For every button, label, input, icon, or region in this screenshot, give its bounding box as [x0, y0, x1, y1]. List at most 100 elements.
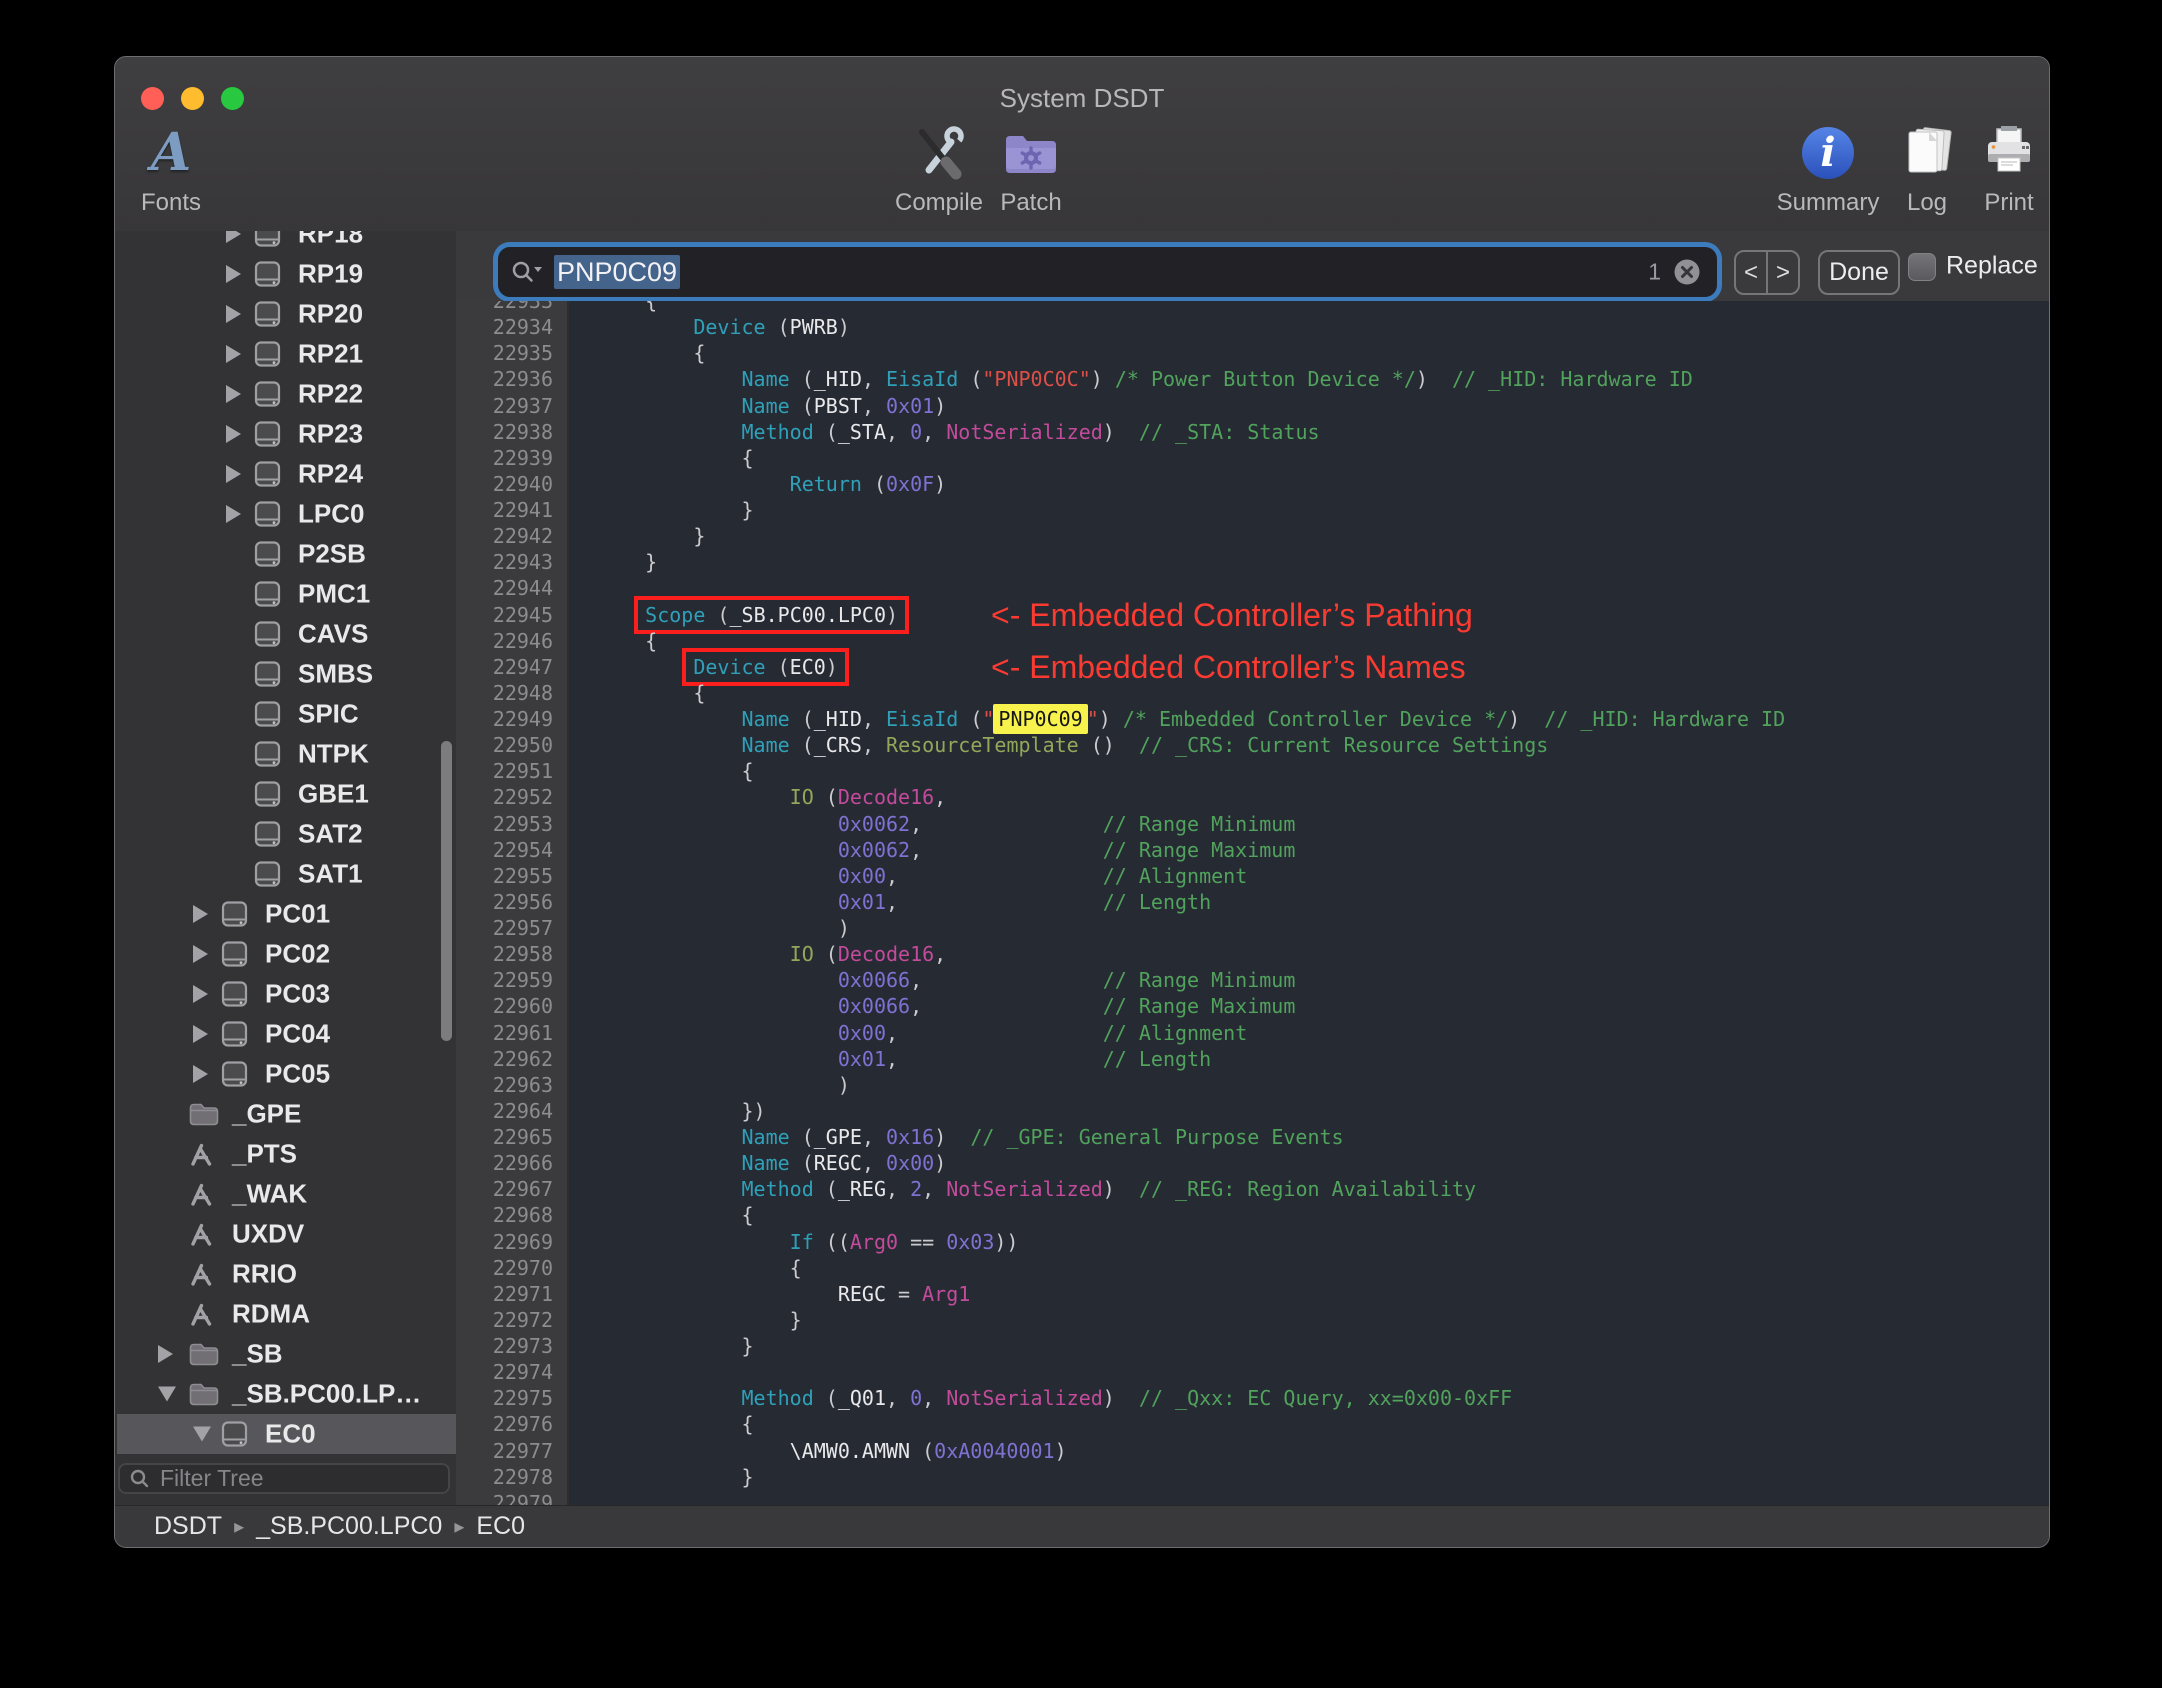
tree-item-label: UXDV [232, 1218, 305, 1249]
disclosure-triangle-icon[interactable] [158, 1386, 176, 1402]
sidebar-item-rp23[interactable]: RP23 [117, 414, 456, 454]
search-input[interactable]: PNP0C09 1 [498, 247, 1717, 297]
disclosure-triangle-icon[interactable] [193, 1065, 208, 1083]
device-icon [254, 740, 285, 768]
code-line: } [741, 498, 754, 522]
tree-item-label: _SB.PC00.LP… [232, 1378, 422, 1409]
sidebar-item-sat1[interactable]: SAT1 [117, 854, 456, 894]
tree-item-label: CAVS [298, 618, 369, 649]
sidebar-item--gpe[interactable]: _GPE [117, 1094, 456, 1134]
tree-item-label: RRIO [232, 1258, 297, 1289]
device-icon [254, 460, 285, 488]
disclosure-triangle-icon[interactable] [226, 505, 241, 523]
sidebar-item-pc05[interactable]: PC05 [117, 1054, 456, 1094]
sidebar-item--sb-pc00-lp-[interactable]: _SB.PC00.LP… [117, 1374, 456, 1414]
code-line: { [645, 301, 658, 313]
sidebar-scrollbar[interactable] [441, 741, 452, 1041]
sidebar-item-rdma[interactable]: RDMA [117, 1294, 456, 1334]
window-title: System DSDT [999, 83, 1165, 113]
code-lines: { Device (PWRB) { Name (_HID, EisaId ("P… [597, 301, 2049, 1508]
code-editor[interactable]: { Device (PWRB) { Name (_HID, EisaId ("P… [569, 301, 2049, 1508]
sidebar-item-lpc0[interactable]: LPC0 [117, 494, 456, 534]
device-icon [254, 340, 285, 368]
disclosure-triangle-icon[interactable] [193, 985, 208, 1003]
find-next-button[interactable]: > [1768, 252, 1798, 293]
sidebar-item-rp24[interactable]: RP24 [117, 454, 456, 494]
disclosure-triangle-icon[interactable] [226, 425, 241, 443]
disclosure-triangle-icon[interactable] [193, 905, 208, 923]
line-number: 22973 [492, 1334, 553, 1358]
disclosure-triangle-icon[interactable] [193, 1025, 208, 1043]
tree-item-label: RDMA [232, 1298, 310, 1329]
toolbar-print-button[interactable]: Print [1949, 121, 2049, 217]
find-previous-button[interactable]: < [1736, 252, 1768, 293]
disclosure-triangle-icon[interactable] [226, 465, 241, 483]
code-line: } [645, 550, 658, 575]
breadcrumb-root[interactable]: DSDT [154, 1512, 222, 1541]
device-tree-sidebar: RP18 RP19 RP20 RP21 RP22 RP23 RP24 LPC0 P2SB PMC1… [117, 231, 456, 1508]
sidebar-item-spic[interactable]: SPIC [117, 694, 456, 734]
filter-tree-field[interactable]: Filter Tree [118, 1463, 450, 1494]
line-number: 22935 [492, 341, 553, 366]
sidebar-item-uxdv[interactable]: UXDV [117, 1214, 456, 1254]
disclosure-triangle-icon[interactable] [226, 385, 241, 403]
line-number: 22957 [492, 916, 553, 940]
line-number: 22966 [492, 1151, 553, 1176]
disclosure-triangle-icon[interactable] [226, 345, 241, 363]
sidebar-item-p2sb[interactable]: P2SB [117, 534, 456, 574]
disclosure-triangle-icon[interactable] [226, 265, 241, 283]
device-icon [254, 300, 285, 328]
code-line: 0x00, // Alignment [837, 863, 1248, 888]
sidebar-item-smbs[interactable]: SMBS [117, 654, 456, 694]
sidebar-item--wak[interactable]: _WAK [117, 1174, 456, 1214]
code-line: Device (EC0) <- Embedded Controller’s Nam… [597, 651, 2049, 683]
code-line: If ((Arg0 == 0x03)) [789, 1229, 1019, 1254]
replace-checkbox[interactable] [1908, 253, 1936, 281]
tree-item-label: _GPE [232, 1098, 302, 1129]
device-icon [254, 380, 285, 408]
breadcrumb-separator-icon: ▸ [234, 1516, 245, 1538]
disclosure-triangle-icon[interactable] [158, 1345, 173, 1363]
sidebar-item-rp20[interactable]: RP20 [117, 294, 456, 334]
sidebar-item-cavs[interactable]: CAVS [117, 614, 456, 654]
sidebar-item-pc03[interactable]: PC03 [117, 974, 456, 1014]
line-number: 22972 [492, 1307, 553, 1332]
breadcrumb-device[interactable]: EC0 [476, 1512, 525, 1541]
disclosure-triangle-icon[interactable] [193, 1426, 211, 1442]
sidebar-item-rp18[interactable]: RP18 [117, 231, 456, 254]
toolbar-fonts-button[interactable]: A Fonts [115, 121, 231, 217]
sidebar-item-pc02[interactable]: PC02 [117, 934, 456, 974]
code-line: REGC = Arg1 [837, 1281, 971, 1306]
sidebar-item-rrio[interactable]: RRIO [117, 1254, 456, 1294]
app-window: System DSDT A Fonts Compile Patch i Summ… [114, 56, 2050, 1548]
code-line: { [741, 445, 754, 470]
sidebar-item-sat2[interactable]: SAT2 [117, 814, 456, 854]
sidebar-item-rp19[interactable]: RP19 [117, 254, 456, 294]
code-line: Name (_HID, EisaId ("PNP0C0C") /* Power … [741, 367, 1693, 392]
done-button[interactable]: Done [1818, 250, 1900, 295]
sidebar-item--pts[interactable]: _PTS [117, 1134, 456, 1174]
line-number: 22939 [492, 445, 553, 470]
sidebar-item-rp22[interactable]: RP22 [117, 374, 456, 414]
clear-search-icon[interactable] [1673, 258, 1701, 286]
code-line: } [741, 1334, 754, 1358]
sidebar-item--sb[interactable]: _SB [117, 1334, 456, 1374]
sidebar-item-rp21[interactable]: RP21 [117, 334, 456, 374]
breadcrumb-scope[interactable]: _SB.PC00.LPC0 [256, 1512, 442, 1541]
disclosure-triangle-icon[interactable] [226, 231, 241, 243]
sidebar-item-pc01[interactable]: PC01 [117, 894, 456, 934]
line-number: 22965 [492, 1125, 553, 1149]
sidebar-item-gbe1[interactable]: GBE1 [117, 774, 456, 814]
sidebar-item-ec0[interactable]: EC0 [117, 1414, 456, 1454]
disclosure-triangle-icon[interactable] [226, 305, 241, 323]
sidebar-item-ntpk[interactable]: NTPK [117, 734, 456, 774]
code-line: { [789, 1255, 802, 1280]
sidebar-item-pmc1[interactable]: PMC1 [117, 574, 456, 614]
tree-item-label: RP24 [298, 458, 364, 489]
tree-item-label: SPIC [298, 698, 359, 729]
line-number: 22942 [492, 524, 553, 549]
toolbar-patch-button[interactable]: Patch [971, 121, 1091, 217]
disclosure-triangle-icon[interactable] [193, 945, 208, 963]
line-number: 22954 [492, 837, 553, 862]
sidebar-item-pc04[interactable]: PC04 [117, 1014, 456, 1054]
